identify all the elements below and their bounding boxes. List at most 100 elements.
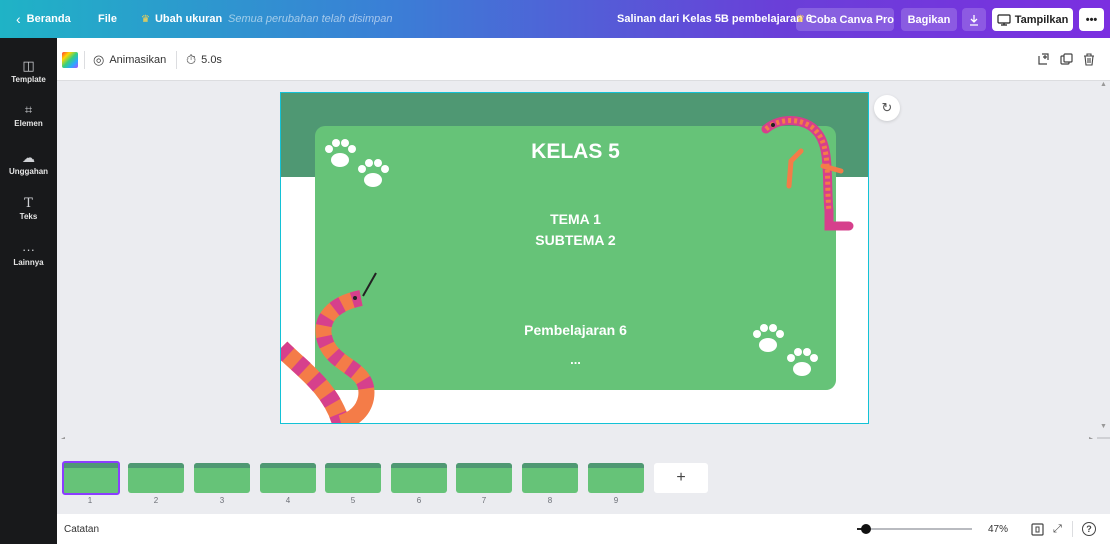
thumb-band xyxy=(325,463,381,468)
animate-label: Animasikan xyxy=(109,53,167,66)
sidebar-item-text[interactable]: T Teks xyxy=(0,196,57,221)
thumbnail-page-3[interactable] xyxy=(194,463,250,493)
back-home-label: Beranda xyxy=(26,13,71,25)
duration-value: 5.0s xyxy=(201,53,222,66)
sidebar-item-template[interactable]: ◫ Template xyxy=(0,58,57,84)
expand-icon: ⤢ xyxy=(1053,522,1062,535)
zoom-slider-track xyxy=(857,528,972,530)
paw-prints-icon xyxy=(753,324,818,376)
sidebar-item-label: Template xyxy=(11,75,46,84)
snake-illustration xyxy=(281,272,377,423)
sidebar-item-label: Lainnya xyxy=(13,258,44,267)
present-button[interactable]: Tampilkan xyxy=(992,8,1073,31)
animate-icon: ◎ xyxy=(93,51,105,67)
lizard-illustration xyxy=(761,116,854,231)
add-page-thumbnail-button[interactable]: + xyxy=(654,463,708,493)
thumb-band xyxy=(456,463,512,468)
try-pro-button[interactable]: ♛ Coba Canva Pro xyxy=(796,8,894,31)
sidebar-item-label: Elemen xyxy=(14,119,43,128)
resize-button[interactable]: ♛ Ubah ukuran xyxy=(141,0,222,38)
trash-icon xyxy=(1084,53,1094,66)
toolbar-divider xyxy=(84,51,85,69)
left-sidebar: ◫ Template ⌗ Elemen ☁ Unggahan T Teks ··… xyxy=(0,38,57,544)
page-number: 4 xyxy=(285,496,291,505)
refresh-icon: ↻ xyxy=(881,100,893,115)
timer-icon: ⏱ xyxy=(186,51,197,67)
document-title[interactable]: Salinan dari Kelas 5B pembelajaran 6 xyxy=(617,0,812,38)
zoom-slider[interactable] xyxy=(857,514,972,544)
zoom-slider-handle[interactable] xyxy=(860,524,871,534)
bottombar-divider xyxy=(1072,521,1073,537)
page-number: 8 xyxy=(547,496,553,505)
color-picker-button[interactable] xyxy=(62,38,78,81)
thumb-band xyxy=(194,463,250,468)
vertical-scrollbar[interactable]: ▲ ▼ xyxy=(1097,81,1110,451)
sidebar-item-label: Teks xyxy=(19,212,38,221)
try-pro-label: Coba Canva Pro xyxy=(809,13,894,26)
editor-toolbar: ◎ Animasikan ⏱ 5.0s xyxy=(57,38,1110,81)
present-label: Tampilkan xyxy=(1014,13,1069,26)
more-options-button[interactable]: ••• xyxy=(1079,8,1104,31)
back-home-button[interactable]: ‹ Beranda xyxy=(16,0,71,38)
thumbnail-page-5[interactable] xyxy=(325,463,381,493)
download-button[interactable] xyxy=(962,8,986,31)
file-menu[interactable]: File xyxy=(98,0,117,38)
color-swatch-icon xyxy=(62,51,78,68)
add-page-icon xyxy=(1038,53,1049,65)
thumb-band xyxy=(391,463,447,468)
fullscreen-button[interactable]: ⤢ xyxy=(1053,514,1062,544)
notes-button[interactable]: Catatan xyxy=(64,514,99,544)
share-button[interactable]: Bagikan xyxy=(901,8,957,31)
thumb-band xyxy=(522,463,578,468)
slide-canvas[interactable]: KELAS 5 TEMA 1 SUBTEMA 2 Pembelajaran 6 … xyxy=(280,92,869,424)
scroll-down-icon: ▼ xyxy=(1100,423,1107,430)
crown-icon: ♛ xyxy=(141,13,150,25)
thumbnail-page-7[interactable] xyxy=(456,463,512,493)
zoom-value[interactable]: 47% xyxy=(988,514,1008,544)
page-number: 3 xyxy=(219,496,225,505)
thumbnail-page-9[interactable] xyxy=(588,463,644,493)
crown-icon: ♛ xyxy=(796,14,805,25)
add-page-button[interactable] xyxy=(1037,38,1050,81)
thumbnail-page-8[interactable] xyxy=(522,463,578,493)
thumbnail-page-4[interactable] xyxy=(260,463,316,493)
delete-page-button[interactable] xyxy=(1083,38,1095,81)
page-grid-icon xyxy=(1031,522,1044,536)
more-icon: ··· xyxy=(22,242,35,257)
thumb-band xyxy=(64,463,118,468)
thumb-band xyxy=(588,463,644,468)
sidebar-item-elements[interactable]: ⌗ Elemen xyxy=(0,102,57,128)
page-grid-button[interactable] xyxy=(1031,514,1044,544)
page-thumbnails: 1 2 3 4 5 6 7 8 9 + xyxy=(57,439,1110,514)
download-icon xyxy=(970,14,978,26)
sidebar-item-uploads[interactable]: ☁ Unggahan xyxy=(0,150,57,176)
animate-button[interactable]: ◎ Animasikan xyxy=(93,38,166,81)
upload-icon: ☁ xyxy=(22,150,35,165)
toolbar-divider xyxy=(176,51,177,69)
thumbnail-page-2[interactable] xyxy=(128,463,184,493)
resize-label: Ubah ukuran xyxy=(154,13,223,25)
chevron-left-icon: ‹ xyxy=(16,11,21,27)
thumbnail-page-1[interactable] xyxy=(62,461,120,495)
template-icon: ◫ xyxy=(22,58,35,73)
scroll-up-icon: ▲ xyxy=(1100,81,1107,88)
thumbnail-page-6[interactable] xyxy=(391,463,447,493)
sidebar-item-more[interactable]: ··· Lainnya xyxy=(0,242,57,267)
present-icon xyxy=(997,13,1011,26)
page-number: 6 xyxy=(416,496,422,505)
save-status: Semua perubahan telah disimpan xyxy=(228,13,393,25)
regenerate-design-button[interactable]: ↻ xyxy=(874,95,900,121)
paw-prints-icon xyxy=(325,139,389,187)
page-number: 7 xyxy=(481,496,487,505)
thumb-band xyxy=(128,463,184,468)
slide-theme[interactable]: TEMA 1 xyxy=(315,211,836,227)
help-button[interactable]: ? xyxy=(1082,514,1096,544)
duplicate-page-button[interactable] xyxy=(1060,38,1073,81)
help-icon: ? xyxy=(1082,522,1096,536)
sidebar-item-label: Unggahan xyxy=(8,167,49,176)
page-number: 2 xyxy=(153,496,159,505)
thumb-band xyxy=(260,463,316,468)
text-icon: T xyxy=(24,196,33,211)
slide-subtheme[interactable]: SUBTEMA 2 xyxy=(315,232,836,248)
duration-button[interactable]: ⏱ 5.0s xyxy=(186,38,222,81)
